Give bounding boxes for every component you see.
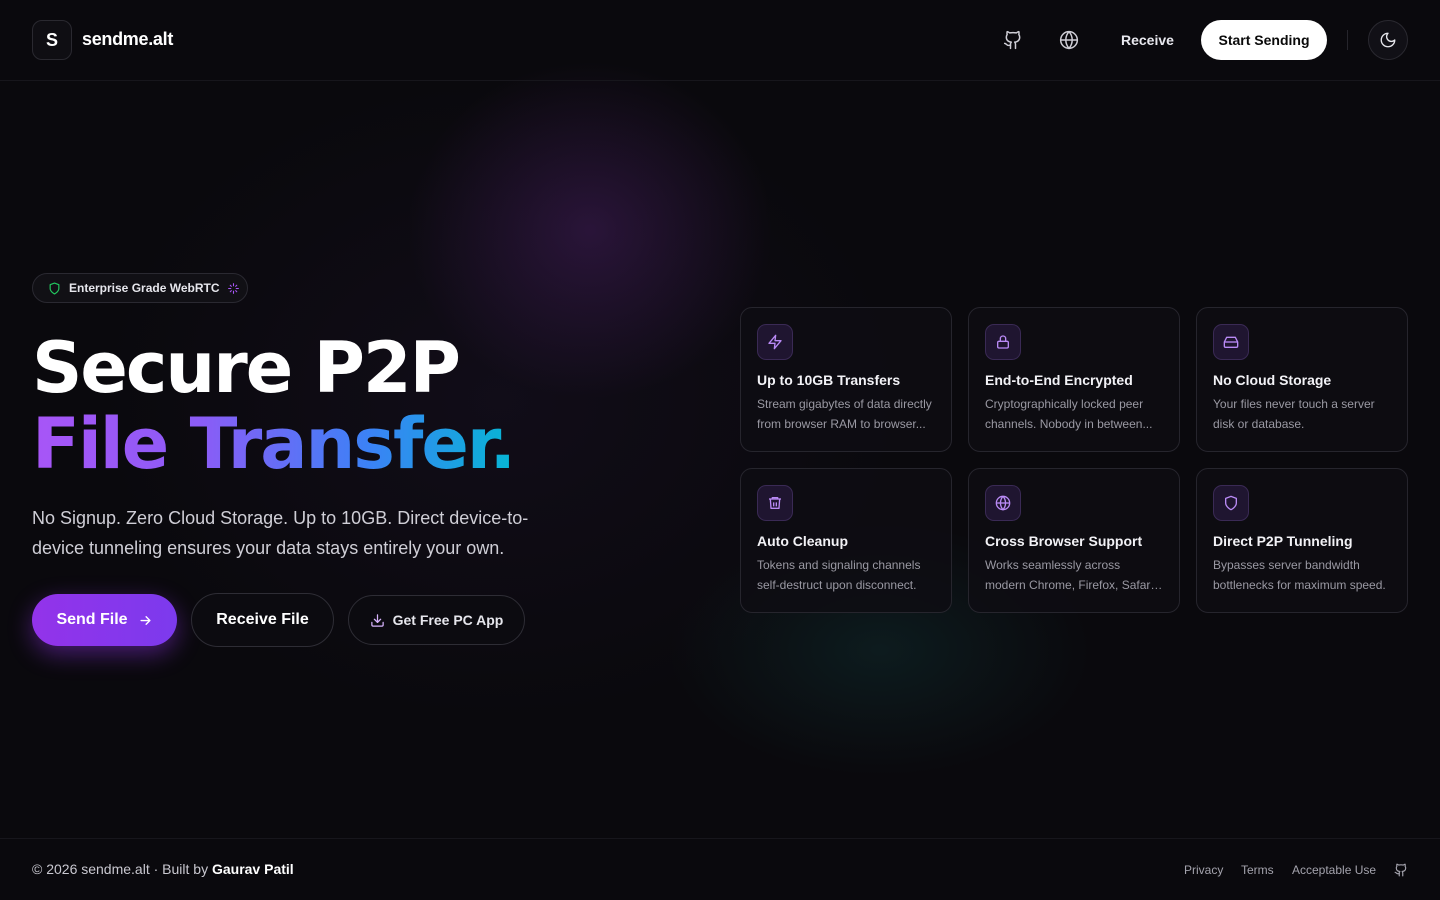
sparkles-icon	[227, 282, 240, 295]
github-icon[interactable]	[1001, 28, 1025, 52]
feature-card: Direct P2P Tunneling Bypasses server ban…	[1196, 468, 1408, 613]
send-file-button[interactable]: Send File	[32, 594, 177, 646]
lock-icon	[985, 324, 1021, 360]
nav-receive-link[interactable]: Receive	[1121, 32, 1174, 48]
footer-link-acceptable-use[interactable]: Acceptable Use	[1292, 863, 1376, 877]
feature-title: No Cloud Storage	[1213, 372, 1332, 388]
github-icon[interactable]	[1389, 858, 1413, 882]
globe-icon[interactable]	[1057, 28, 1081, 52]
feature-title: Direct P2P Tunneling	[1213, 533, 1353, 549]
hero-title-line1: Secure P2P	[32, 327, 461, 409]
feature-card: Up to 10GB Transfers Stream gigabytes of…	[740, 307, 952, 452]
brand-name[interactable]: sendme.alt	[82, 29, 173, 50]
feature-desc: Cryptographically locked peer channels. …	[985, 397, 1153, 431]
trash-icon	[757, 485, 793, 521]
shield-icon	[48, 281, 61, 295]
hero-title-line2: File Transfer.	[32, 403, 516, 485]
feature-desc: Bypasses server bandwidth bottlenecks fo…	[1213, 558, 1386, 592]
feature-desc: Stream gigabytes of data directly from b…	[757, 397, 932, 431]
hard-drive-icon	[1213, 324, 1249, 360]
copyright: © 2026 sendme.alt · Built by Gaurav Pati…	[32, 861, 294, 877]
feature-desc: Works seamlessly across modern Chrome, F…	[985, 558, 1157, 592]
footer-link-privacy[interactable]: Privacy	[1184, 863, 1223, 877]
hero-title: Secure P2P File Transfer.	[32, 327, 516, 485]
send-file-label: Send File	[56, 611, 128, 628]
feature-title: Auto Cleanup	[757, 533, 848, 549]
shield-icon	[1213, 485, 1249, 521]
footer-link-terms[interactable]: Terms	[1241, 863, 1274, 877]
top-nav: S sendme.alt Receive Start Sending	[0, 0, 1440, 81]
feature-card: Auto Cleanup Tokens and signaling channe…	[740, 468, 952, 613]
feature-card: Cross Browser Support Works seamlessly a…	[968, 468, 1180, 613]
globe-icon	[985, 485, 1021, 521]
arrow-right-icon	[138, 613, 153, 628]
download-icon	[370, 613, 385, 628]
moon-icon	[1379, 31, 1397, 49]
get-pc-app-button[interactable]: Get Free PC App	[348, 595, 525, 645]
copyright-text: © 2026 sendme.alt · Built by	[32, 861, 212, 877]
logo-mark[interactable]: S	[32, 20, 72, 60]
badge-label: Enterprise Grade WebRTC	[69, 281, 220, 295]
nav-divider	[1347, 30, 1348, 50]
feature-title: Cross Browser Support	[985, 533, 1143, 549]
receive-file-button[interactable]: Receive File	[191, 593, 334, 647]
webrtc-badge: Enterprise Grade WebRTC	[32, 273, 248, 303]
start-sending-button[interactable]: Start Sending	[1201, 20, 1327, 60]
author-link[interactable]: Gaurav Patil	[212, 861, 294, 877]
get-pc-app-label: Get Free PC App	[392, 612, 504, 628]
feature-card: No Cloud Storage Your files never touch …	[1196, 307, 1408, 452]
feature-title: End-to-End Encrypted	[985, 372, 1133, 388]
theme-toggle-button[interactable]	[1368, 20, 1408, 60]
feature-desc: Your files never touch a server disk or …	[1213, 397, 1375, 431]
feature-title: Up to 10GB Transfers	[757, 372, 901, 388]
bolt-icon	[757, 324, 793, 360]
feature-card: End-to-End Encrypted Cryptographically l…	[968, 307, 1180, 452]
hero-subtitle: No Signup. Zero Cloud Storage. Up to 10G…	[32, 508, 529, 558]
feature-desc: Tokens and signaling channels self-destr…	[757, 558, 921, 592]
